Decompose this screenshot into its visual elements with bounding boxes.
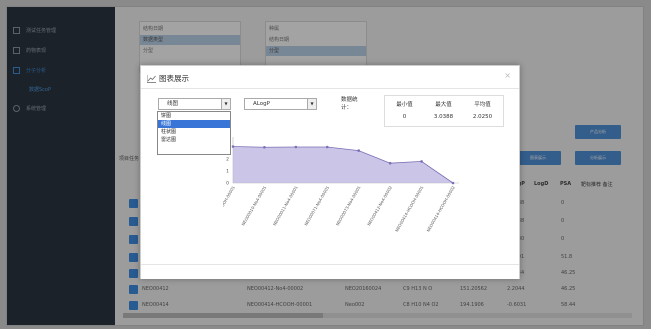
modal-title: 图表展示: [147, 73, 189, 84]
line-chart-icon: [147, 74, 156, 83]
chart-area: 0123NEO00001-HCOOH-00001NEO00010-No4-000…: [223, 137, 459, 233]
data-point[interactable]: [357, 149, 361, 152]
data-point[interactable]: [263, 145, 266, 149]
stats-header-min: 最小值: [396, 102, 413, 108]
x-tick-label: NEO00011-No4-00001: [272, 185, 299, 227]
dropdown-option-bar[interactable]: 柱状图: [158, 128, 230, 136]
data-point[interactable]: [231, 145, 235, 148]
data-point[interactable]: [294, 145, 298, 149]
chart-type-dropdown[interactable]: 饼图 线图 柱状图 雷达图: [157, 111, 231, 155]
dropdown-option-line[interactable]: 线图: [158, 120, 230, 128]
dropdown-option-radar[interactable]: 雷达图: [158, 136, 230, 144]
chevron-down-icon[interactable]: ▼: [307, 99, 316, 109]
chart-type-value: 线图: [167, 101, 179, 107]
data-point[interactable]: [451, 181, 455, 185]
chevron-down-icon[interactable]: ▼: [221, 99, 230, 109]
dropdown-option-pie[interactable]: 饼图: [158, 112, 230, 120]
data-point[interactable]: [420, 160, 423, 163]
y-tick-label: 0: [226, 181, 229, 187]
stats-header-max: 最大值: [435, 102, 452, 108]
y-tick-label: 1: [226, 169, 229, 175]
modal-title-text: 图表展示: [159, 74, 189, 83]
y-tick-label: 2: [226, 157, 229, 163]
x-tick-label: NEO00073-No4-00001: [335, 185, 362, 227]
stats-value-avg: 2.0250: [472, 114, 493, 120]
data-point[interactable]: [325, 145, 329, 149]
property-select[interactable]: ALogP ▼: [244, 98, 317, 110]
x-tick-label: NEO00001-HCOOH-00001: [223, 185, 236, 233]
stats-header-avg: 平均值: [474, 102, 491, 108]
x-tick-label: NEO00010-No4-00001: [240, 185, 267, 227]
stats-label-line2: 计：: [341, 105, 353, 111]
stats-value-max: 3.0388: [433, 114, 454, 120]
stats-value-min: 0: [402, 114, 407, 120]
stats-label-line1: 数据统: [341, 97, 358, 103]
divider: [141, 88, 519, 89]
x-tick-label: NEO00414-HCOOH-00002: [425, 185, 456, 233]
property-value: ALogP: [253, 101, 270, 107]
chart-type-select[interactable]: 线图 ▼: [158, 98, 231, 110]
area-fill: [233, 146, 453, 183]
data-point[interactable]: [388, 161, 392, 165]
close-icon[interactable]: ×: [504, 71, 511, 80]
x-tick-label: NEO00412-No4-00002: [366, 185, 393, 227]
stats-table: 最小值 最大值 平均值 0 3.0388 2.0250: [384, 95, 504, 127]
x-tick-label: NEO00414-HCOOH-00001: [394, 185, 425, 233]
x-tick-label: NEO00071-No4-00001: [303, 185, 330, 227]
stats-label: 数据统 计：: [341, 96, 358, 112]
